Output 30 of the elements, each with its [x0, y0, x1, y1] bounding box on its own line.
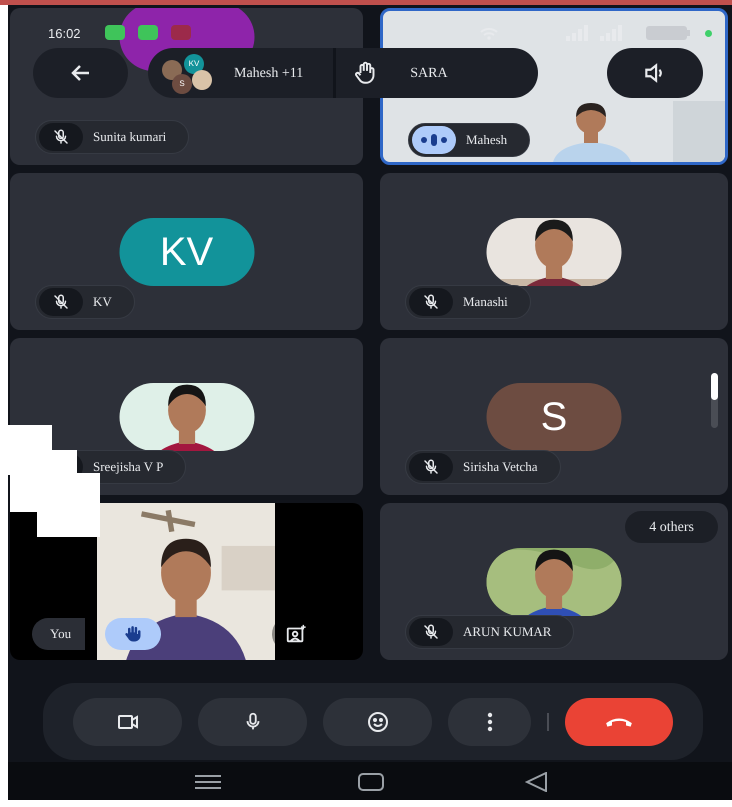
participant-name: Sreejisha V P: [93, 458, 164, 476]
image-sparkle-icon: [285, 623, 307, 645]
participant-name: Sirisha Vetcha: [463, 458, 538, 476]
participant-name: Sunita kumari: [93, 128, 166, 146]
app-icon: [105, 25, 125, 40]
raised-hands-button[interactable]: SARA: [336, 48, 478, 98]
reactions-button[interactable]: [323, 698, 432, 746]
menu-icon[interactable]: [195, 774, 221, 790]
scroll-indicator: [711, 373, 718, 428]
participant-name: KV: [93, 293, 112, 312]
back-icon[interactable]: [525, 772, 547, 792]
hand-icon: [123, 624, 143, 644]
participant-name: Manashi: [463, 293, 508, 312]
status-time: 16:02: [48, 25, 81, 43]
avatar: S: [486, 383, 622, 451]
self-name-label: You: [32, 618, 86, 650]
speaker-button[interactable]: [607, 48, 703, 98]
participant-name: Mahesh: [466, 131, 508, 150]
app-icon: [138, 25, 158, 40]
participant-name: ARUN KUMAR: [463, 623, 552, 642]
participant-avatars: KV S: [160, 54, 214, 92]
avatar: KV: [119, 218, 254, 286]
end-call-button[interactable]: [565, 698, 673, 746]
app-icon: [171, 25, 191, 40]
home-icon[interactable]: [358, 773, 384, 791]
camera-button[interactable]: [73, 698, 182, 746]
smiley-icon: [366, 710, 390, 734]
participants-button[interactable]: KV S Mahesh +11: [148, 48, 336, 98]
more-icon: [486, 712, 492, 732]
others-count-badge: 4 others: [625, 511, 718, 543]
